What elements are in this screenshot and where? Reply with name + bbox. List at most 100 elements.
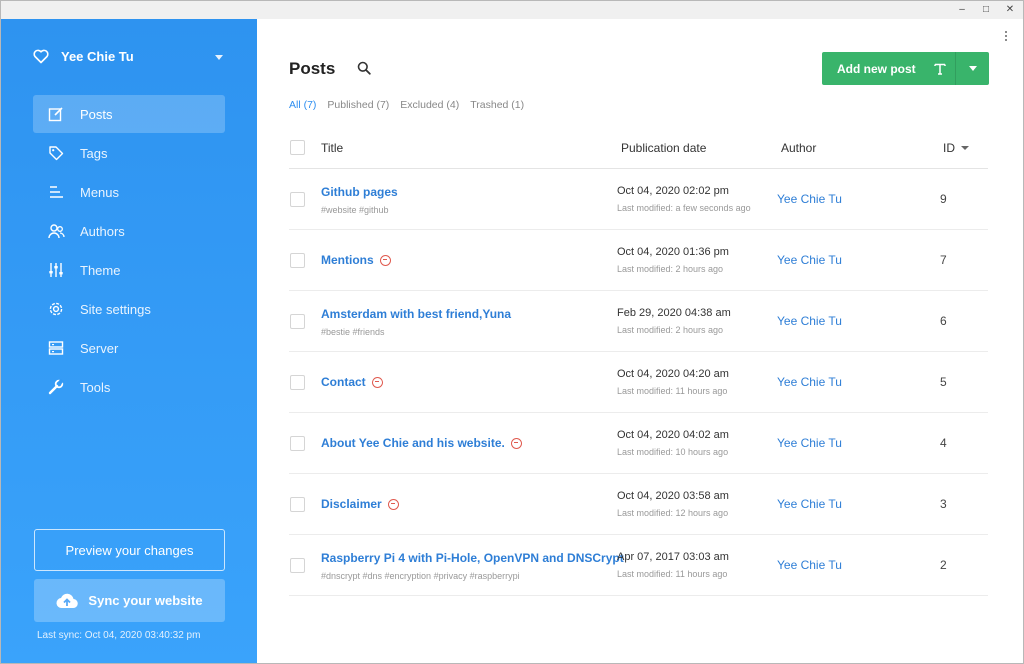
post-title-text: Contact [321,375,366,389]
search-icon[interactable] [357,61,371,80]
excluded-icon [371,376,383,388]
preview-changes-button[interactable]: Preview your changes [34,529,225,571]
last-sync-text: Last sync: Oct 04, 2020 03:40:32 pm [37,630,201,641]
publication-date: Oct 04, 2020 03:58 am [617,490,729,502]
table-row[interactable]: Disclaimer Oct 04, 2020 03:58 am Last modi… [289,474,988,535]
table-body: Github pages #website #github Oct 04, 2020… [289,169,988,596]
id-cell: 4 [932,434,988,452]
header-title[interactable]: Title [305,141,617,155]
header-publication-date[interactable]: Publication date [617,141,777,155]
author-link[interactable]: Yee Chie Tu [777,314,842,328]
add-post-dropdown-button[interactable] [955,52,989,85]
sidebar-item-theme[interactable]: Theme [33,251,225,289]
posts-table: Title Publication date Author ID Github … [289,127,988,596]
sidebar-item-server[interactable]: Server [33,329,225,367]
id-cell: 2 [932,556,988,574]
header-id[interactable]: ID [932,141,988,155]
row-checkbox[interactable] [290,252,305,268]
author-link[interactable]: Yee Chie Tu [777,436,842,450]
select-all-checkbox[interactable] [290,140,305,155]
row-checkbox[interactable] [290,313,305,329]
last-modified: Last modified: 12 hours ago [617,508,729,518]
text-icon [933,63,946,75]
filter-all[interactable]: All (7) [289,99,316,111]
sidebar-item-label: Menus [80,184,120,200]
row-checkbox[interactable] [290,191,305,207]
filter-excluded[interactable]: Excluded (4) [400,99,459,111]
add-new-post-button: Add new post [822,52,989,85]
table-row[interactable]: Contact Oct 04, 2020 04:20 am Last modifie… [289,352,988,413]
table-row[interactable]: Amsterdam with best friend,Yuna #bestie #… [289,291,988,352]
sidebar: Yee Chie Tu Posts Tags Menus Authors The… [1,19,257,663]
heart-icon [33,49,49,64]
sidebar-item-site-settings[interactable]: Site settings [33,290,225,328]
id-cell: 5 [932,373,988,391]
publication-date-cell: Oct 04, 2020 04:02 am Last modified: 10 h… [617,429,777,457]
post-title-link[interactable]: Raspberry Pi 4 with Pi-Hole, OpenVPN and… [321,551,624,565]
table-row[interactable]: Github pages #website #github Oct 04, 2020… [289,169,988,230]
author-link[interactable]: Yee Chie Tu [777,253,842,267]
table-row[interactable]: Mentions Oct 04, 2020 01:36 pm Last modifi… [289,230,988,291]
post-title-link[interactable]: Contact [321,375,383,389]
post-title-cell: About Yee Chie and his website. [305,434,617,452]
excluded-icon [387,498,399,510]
author-cell: Yee Chie Tu [777,373,932,391]
sidebar-item-menus[interactable]: Menus [33,173,225,211]
post-tags: #dnscrypt #dns #encryption #privacy #ras… [321,571,520,581]
maximize-button[interactable]: □ [981,3,991,16]
post-title-cell: Github pages #website #github [305,183,617,215]
id-cell: 3 [932,495,988,513]
post-title-link[interactable]: Github pages [321,185,398,199]
post-title-link[interactable]: Amsterdam with best friend,Yuna [321,307,511,321]
post-title-cell: Contact [305,373,617,391]
close-button[interactable]: ✕ [1005,3,1015,16]
table-row[interactable]: Raspberry Pi 4 with Pi-Hole, OpenVPN and… [289,535,988,596]
author-cell: Yee Chie Tu [777,251,932,269]
row-checkbox[interactable] [290,496,305,512]
filter-published[interactable]: Published (7) [327,99,389,111]
title-bar: – □ ✕ [1,1,1023,19]
tag-icon [47,144,65,162]
author-cell: Yee Chie Tu [777,556,932,574]
sidebar-item-label: Theme [80,262,121,278]
author-link[interactable]: Yee Chie Tu [777,497,842,511]
post-title-link[interactable]: Mentions [321,253,391,267]
sidebar-item-label: Authors [80,223,125,239]
author-link[interactable]: Yee Chie Tu [777,375,842,389]
sidebar-item-tags[interactable]: Tags [33,134,225,172]
author-link[interactable]: Yee Chie Tu [777,192,842,206]
author-cell: Yee Chie Tu [777,312,932,330]
sidebar-item-authors[interactable]: Authors [33,212,225,250]
post-id: 7 [940,253,947,267]
excluded-icon [510,437,522,449]
row-checkbox[interactable] [290,435,305,451]
chevron-down-icon[interactable] [215,55,223,60]
table-row[interactable]: About Yee Chie and his website. Oct 04, 2… [289,413,988,474]
site-switcher[interactable]: Yee Chie Tu [33,49,134,64]
publication-date: Oct 04, 2020 02:02 pm [617,185,729,197]
sidebar-item-label: Posts [80,106,113,122]
row-checkbox[interactable] [290,374,305,390]
cloud-upload-icon [56,593,79,608]
sidebar-item-posts[interactable]: Posts [33,95,225,133]
post-filters: All (7) Published (7) Excluded (4) Trash… [289,99,524,111]
post-title-cell: Raspberry Pi 4 with Pi-Hole, OpenVPN and… [305,549,624,581]
post-title-link[interactable]: About Yee Chie and his website. [321,436,522,450]
header-author[interactable]: Author [777,141,932,155]
filter-trashed[interactable]: Trashed (1) [470,99,524,111]
post-tags: #bestie #friends [321,327,385,337]
post-id: 5 [940,375,947,389]
post-title-cell: Disclaimer [305,495,617,513]
post-title-cell: Mentions [305,251,617,269]
publication-date-cell: Oct 04, 2020 03:58 am Last modified: 12 h… [617,490,777,518]
row-checkbox[interactable] [290,557,305,573]
sidebar-item-label: Tools [80,379,111,395]
sync-website-button[interactable]: Sync your website [34,579,225,622]
post-id: 3 [940,497,947,511]
post-title-link[interactable]: Disclaimer [321,497,399,511]
author-link[interactable]: Yee Chie Tu [777,558,842,572]
add-new-post-main[interactable]: Add new post [822,52,955,85]
minimize-button[interactable]: – [957,3,967,16]
id-cell: 7 [932,251,988,269]
sidebar-item-tools[interactable]: Tools [33,368,225,406]
